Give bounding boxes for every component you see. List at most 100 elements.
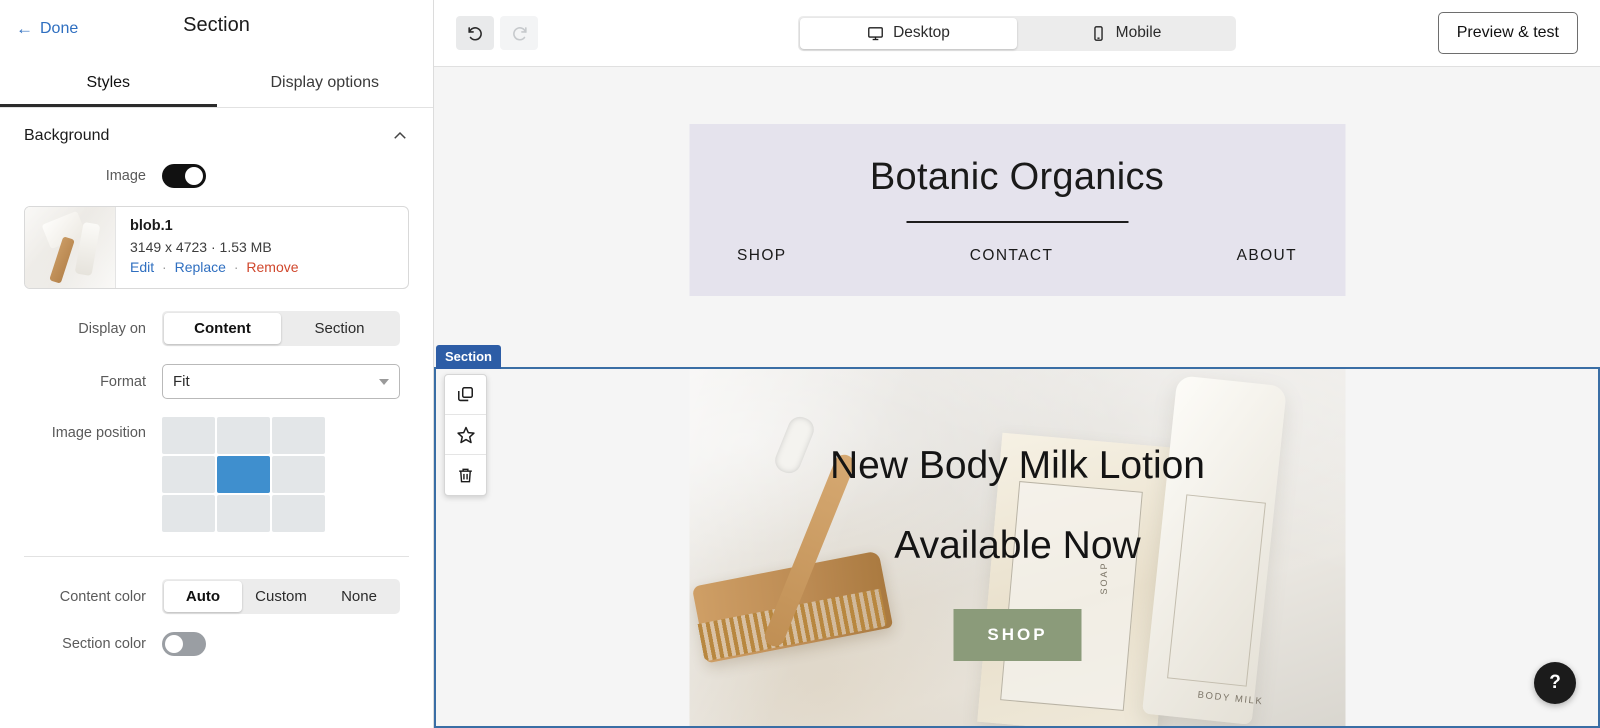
display-on-label: Display on (78, 320, 146, 337)
section-color-toggle[interactable] (162, 632, 206, 656)
favorite-section-button[interactable] (445, 415, 486, 455)
image-toggle-row: Image (24, 164, 409, 188)
tab-styles-label: Styles (86, 74, 131, 91)
favorite-icon (456, 426, 475, 443)
position-cell-bottom-right[interactable] (272, 495, 325, 532)
position-cell-bottom-center[interactable] (217, 495, 270, 532)
file-meta: blob.1 3149 x 4723 · 1.53 MB Edit · Repl… (116, 207, 408, 288)
position-cell-middle-center[interactable] (217, 456, 270, 493)
hero-overlay-content: New Body Milk Lotion Available Now SHOP (690, 368, 1346, 728)
file-separator: · (210, 239, 216, 255)
app-root: ← Done Section Styles Display options Ba… (0, 0, 1600, 728)
image-position-label: Image position (51, 425, 146, 441)
panel-tabs: Styles Display options (0, 58, 433, 108)
position-cell-top-right[interactable] (272, 417, 325, 454)
image-row-label: Image (105, 168, 146, 184)
display-on-option-section[interactable]: Section (281, 313, 398, 344)
tab-display-options-label: Display options (270, 74, 380, 91)
email-nav: SHOP CONTACT ABOUT (737, 247, 1297, 265)
device-option-mobile[interactable]: Mobile (1017, 18, 1234, 49)
desktop-icon (868, 26, 883, 40)
brand-title: Botanic Organics (869, 155, 1165, 198)
device-preview-toggle: Desktop Mobile (798, 15, 1236, 51)
content-color-segmented-control: Auto Custom None (162, 579, 400, 614)
format-select[interactable]: Fit (162, 364, 400, 399)
action-separator-1: · (162, 259, 167, 275)
done-label: Done (40, 20, 79, 37)
preview-and-test-label: Preview & test (1456, 24, 1559, 41)
file-size: 1.53 MB (219, 239, 272, 255)
display-on-segmented-control: Content Section (162, 311, 400, 346)
image-position-grid (162, 417, 325, 532)
content-color-option-auto[interactable]: Auto (164, 581, 242, 612)
nav-link-contact[interactable]: CONTACT (970, 247, 1054, 265)
help-label: ? (1549, 672, 1561, 693)
replace-image-link[interactable]: Replace (175, 259, 226, 275)
panel-divider (24, 556, 409, 557)
section-badge[interactable]: Section (436, 345, 501, 369)
device-option-desktop-label: Desktop (893, 24, 950, 41)
mobile-icon (1093, 25, 1103, 41)
hero-headline-line1: New Body Milk Lotion (830, 444, 1205, 487)
background-image-card: blob.1 3149 x 4723 · 1.53 MB Edit · Repl… (24, 206, 409, 289)
file-dimensions: 3149 x 4723 (130, 239, 208, 255)
section-color-toggle-knob (165, 635, 183, 653)
tab-styles[interactable]: Styles (0, 58, 217, 108)
hero-headline-line2: Available Now (894, 524, 1141, 567)
section-toolbar (444, 374, 487, 496)
action-separator-2: · (233, 259, 239, 275)
remove-image-link[interactable]: Remove (246, 259, 298, 275)
editor-canvas-area: Desktop Mobile Preview & test Botanic Or… (434, 0, 1600, 728)
undo-icon (467, 26, 482, 41)
content-color-option-custom[interactable]: Custom (242, 581, 320, 612)
image-thumbnail[interactable] (25, 207, 116, 288)
background-section-header[interactable]: Background (24, 108, 409, 164)
file-actions: Edit · Replace · Remove (130, 259, 408, 275)
display-on-row: Display on Content Section (24, 311, 409, 346)
position-cell-bottom-left[interactable] (162, 495, 215, 532)
device-option-mobile-label: Mobile (1115, 24, 1162, 41)
brand-divider (906, 220, 1128, 223)
display-on-option-content[interactable]: Content (164, 313, 281, 344)
delete-section-button[interactable] (445, 455, 486, 495)
help-button[interactable]: ? (1534, 662, 1576, 704)
background-section-label: Background (24, 127, 110, 144)
arrow-left-icon: ← (16, 19, 33, 38)
delete-icon (459, 468, 472, 482)
file-name: blob.1 (130, 218, 173, 234)
redo-button[interactable] (500, 16, 538, 50)
hero-shop-button[interactable]: SHOP (953, 609, 1082, 661)
format-row: Format Fit (24, 364, 409, 399)
edit-image-link[interactable]: Edit (130, 259, 154, 275)
position-cell-middle-right[interactable] (272, 456, 325, 493)
section-color-row: Section color (24, 632, 409, 656)
preview-and-test-button[interactable]: Preview & test (1437, 12, 1578, 54)
duplicate-icon (458, 387, 473, 402)
email-header-section[interactable]: Botanic Organics SHOP CONTACT ABOUT (689, 124, 1345, 296)
hero-image-block: SOAP BODY MILK New Body Milk Lotion Avai… (689, 368, 1346, 728)
position-cell-top-left[interactable] (162, 417, 215, 454)
position-cell-middle-left[interactable] (162, 456, 215, 493)
redo-icon (512, 26, 527, 41)
chevron-down-icon (379, 378, 389, 385)
nav-link-about[interactable]: ABOUT (1237, 247, 1297, 265)
image-toggle[interactable] (162, 164, 206, 188)
email-canvas: Botanic Organics SHOP CONTACT ABOUT SOAP (434, 67, 1600, 728)
undo-button[interactable] (456, 16, 494, 50)
file-details: 3149 x 4723 · 1.53 MB (130, 239, 408, 255)
format-label: Format (100, 373, 146, 390)
section-color-label: Section color (62, 636, 146, 652)
done-button[interactable]: ← Done (16, 20, 78, 38)
position-cell-top-center[interactable] (217, 417, 270, 454)
device-option-desktop[interactable]: Desktop (800, 17, 1017, 49)
hero-section[interactable]: SOAP BODY MILK New Body Milk Lotion Avai… (449, 368, 1585, 728)
duplicate-section-button[interactable] (445, 375, 486, 415)
panel-body: Background Image blob.1 3149 x 4723 · 1.… (0, 108, 433, 656)
content-color-row: Content color Auto Custom None (24, 579, 409, 614)
editor-toolbar: Desktop Mobile Preview & test (434, 0, 1600, 67)
nav-link-shop[interactable]: SHOP (737, 247, 787, 265)
format-value: Fit (173, 373, 190, 390)
tab-display-options[interactable]: Display options (217, 58, 434, 108)
content-color-option-none[interactable]: None (320, 581, 398, 612)
panel-header: ← Done Section (0, 0, 433, 58)
